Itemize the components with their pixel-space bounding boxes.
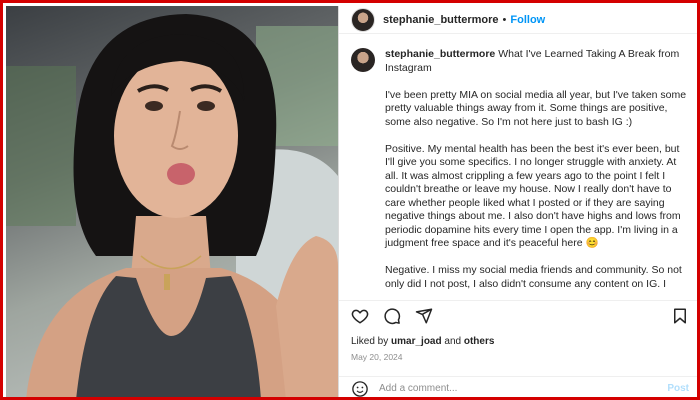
likes-others-link[interactable]: others [464, 336, 495, 347]
emoji-icon[interactable] [351, 380, 369, 398]
comment-bar: Post [339, 376, 697, 398]
likes-conjunction: and [444, 336, 462, 347]
post-comment-button[interactable]: Post [667, 383, 689, 394]
caption-area: stephanie_buttermore What I've Learned T… [339, 34, 697, 290]
likes-line: Liked by umar_joad and others [351, 336, 494, 347]
liked-by-user[interactable]: umar_joad [391, 336, 442, 347]
heart-icon[interactable] [351, 307, 369, 325]
separator-dot: • [502, 13, 507, 26]
caption-username[interactable]: stephanie_buttermore [385, 48, 495, 60]
action-bar [339, 300, 697, 330]
caption-avatar[interactable] [351, 48, 375, 72]
caption-paragraph: Negative. I miss my social media friends… [385, 264, 682, 290]
comment-icon[interactable] [383, 307, 401, 325]
caption-text: stephanie_buttermore What I've Learned T… [385, 48, 688, 290]
bookmark-icon[interactable] [671, 307, 689, 325]
caption-paragraph: I've been pretty MIA on social media all… [385, 88, 687, 128]
share-icon[interactable] [415, 307, 433, 325]
follow-button[interactable]: Follow [510, 14, 545, 26]
post-header: stephanie_buttermore • Follow [339, 6, 697, 34]
photo-illustration [6, 14, 338, 397]
caption-row: stephanie_buttermore What I've Learned T… [351, 48, 688, 290]
likes-prefix: Liked by [351, 336, 389, 347]
post-photo[interactable] [6, 6, 338, 397]
caption-paragraph: Positive. My mental health has been the … [385, 142, 681, 250]
post-details-panel: stephanie_buttermore • Follow stephanie_… [338, 6, 697, 398]
screenshot-frame: stephanie_buttermore • Follow stephanie_… [0, 0, 700, 400]
avatar[interactable] [351, 7, 375, 32]
comment-input[interactable] [379, 383, 668, 394]
post-date[interactable]: May 20, 2024 [351, 352, 403, 362]
header-username[interactable]: stephanie_buttermore [383, 14, 499, 26]
